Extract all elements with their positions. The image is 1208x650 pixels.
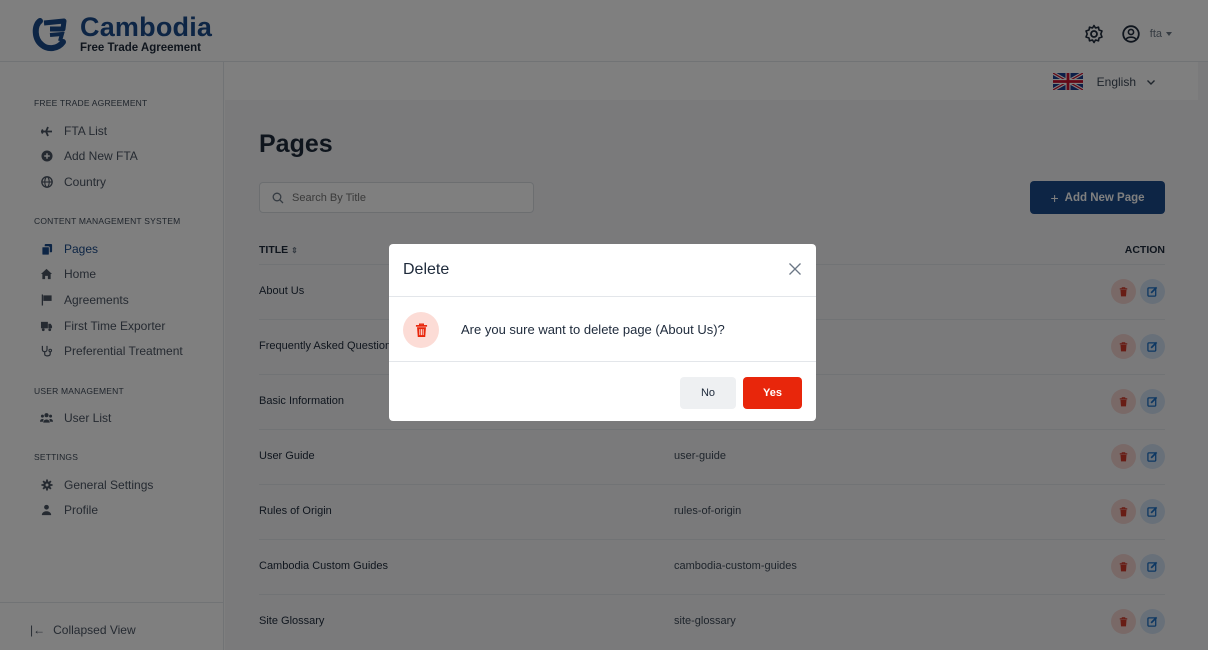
trash-icon	[403, 312, 439, 348]
dialog-footer: No Yes	[389, 362, 816, 421]
dialog-title: Delete	[403, 261, 450, 278]
no-button[interactable]: No	[680, 377, 736, 409]
dialog-body: Are you sure want to delete page (About …	[389, 297, 816, 362]
yes-button[interactable]: Yes	[743, 377, 802, 409]
close-icon[interactable]	[788, 262, 802, 276]
delete-dialog: Delete Are you sure want to delete page …	[389, 244, 816, 421]
dialog-message: Are you sure want to delete page (About …	[461, 322, 725, 337]
dialog-header: Delete	[389, 244, 816, 297]
